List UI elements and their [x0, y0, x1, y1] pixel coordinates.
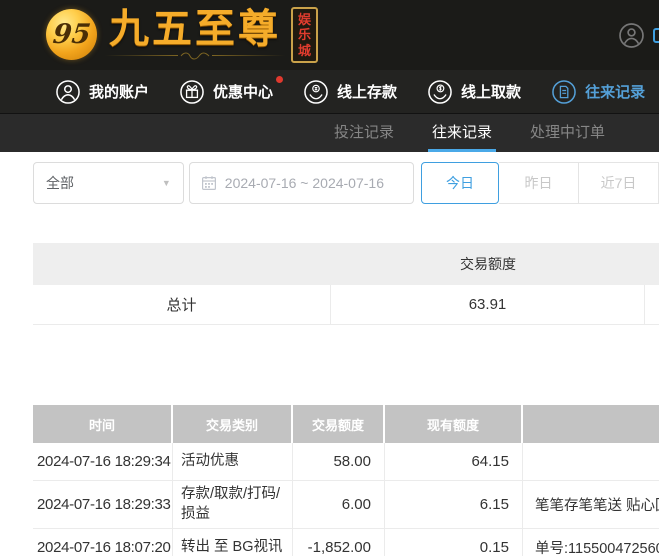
main-nav: 我的账户 优惠中心 线上存款 线上取款 往来记录 — [0, 70, 659, 113]
cell-time: 2024-07-16 18:07:20 — [33, 529, 173, 556]
summary-header-amount: 交易额度 — [460, 256, 516, 272]
site-logo[interactable]: 95 九五至尊 娱 乐 城 — [46, 7, 318, 63]
nav-item-my-account[interactable]: 我的账户 — [55, 79, 149, 105]
withdraw-icon — [428, 79, 452, 104]
cell-time: 2024-07-16 18:29:34 — [33, 443, 173, 480]
user-icon — [56, 79, 80, 104]
records-header-row: 时间 交易类别 交易额度 现有额度 — [33, 405, 659, 443]
col-header-type: 交易类别 — [173, 405, 293, 443]
summary-total-amount: 63.91 — [331, 285, 645, 324]
type-select-value: 全部 — [46, 175, 74, 191]
nav-label: 我的账户 — [89, 84, 150, 101]
cell-type: 转出 至 BG视讯 — [173, 529, 293, 556]
nav-item-deposit[interactable]: 线上存款 — [303, 79, 397, 105]
table-row: 2024-07-16 18:29:33 存款/取款/打码/损益 6.00 6.1… — [33, 481, 659, 530]
logo-monogram-text: 95 — [51, 19, 92, 51]
nav-label: 线上存款 — [337, 84, 398, 101]
yesterday-button[interactable]: 昨日 — [499, 162, 579, 204]
quick-date-buttons: 今日 昨日 近7日 — [421, 162, 659, 204]
records-table: 时间 交易类别 交易额度 现有额度 2024-07-16 18:29:34 活动… — [33, 405, 659, 556]
gift-icon — [180, 79, 204, 104]
date-range-input[interactable]: 2024-07-16 ~ 2024-07-16 — [188, 162, 414, 204]
nav-label: 往来记录 — [585, 84, 646, 101]
cell-amount: 6.00 — [293, 481, 385, 529]
last-7-days-button[interactable]: 近7日 — [579, 162, 659, 204]
user-avatar-icon[interactable] — [618, 22, 645, 54]
table-row: 2024-07-16 18:07:20 转出 至 BG视讯 -1,852.00 … — [33, 529, 659, 556]
cell-balance: 6.15 — [385, 481, 523, 529]
cell-type: 活动优惠 — [173, 443, 293, 480]
summary-header-row: 交易额度 — [33, 243, 659, 285]
type-select[interactable]: 全部 ▼ — [33, 162, 184, 204]
nav-item-promotions[interactable]: 优惠中心 — [179, 75, 284, 105]
cell-note: 单号:115500472560 — [535, 541, 659, 556]
brand-name: 九五至尊 — [109, 6, 281, 51]
col-header-amount: 交易额度 — [293, 405, 385, 443]
logo-badge: 娱 乐 城 — [291, 7, 318, 63]
nav-label: 优惠中心 — [213, 84, 274, 101]
cell-type: 存款/取款/打码/损益 — [173, 481, 293, 529]
records-icon — [552, 79, 576, 104]
today-button[interactable]: 今日 — [421, 162, 499, 204]
nav-label: 线上取款 — [461, 84, 522, 101]
table-row: 2024-07-16 18:29:34 活动优惠 58.00 64.15 — [33, 443, 659, 481]
cell-note: 笔笔存笔笔送 贴心回馈 — [535, 498, 659, 515]
cell-note — [523, 443, 659, 480]
summary-table: 交易额度 总计 63.91 — [33, 243, 659, 325]
cell-balance: 0.15 — [385, 529, 523, 556]
main-content: 全部 ▼ 2024-07-16 ~ 2024-07-16 今日 昨日 近7日 交… — [0, 162, 659, 556]
summary-total-label: 总计 — [33, 285, 331, 324]
logo-monogram-icon: 95 — [46, 9, 97, 61]
tab-betting-records[interactable]: 投注记录 — [330, 114, 398, 152]
filter-bar: 全部 ▼ 2024-07-16 ~ 2024-07-16 今日 昨日 近7日 — [33, 162, 659, 204]
notification-dot — [276, 75, 284, 83]
calendar-icon — [201, 176, 216, 191]
cell-balance: 64.15 — [385, 443, 523, 480]
nav-item-withdraw[interactable]: 线上取款 — [427, 79, 521, 105]
logo-flourish — [105, 51, 285, 61]
date-range-value: 2024-07-16 ~ 2024-07-16 — [224, 175, 384, 191]
cell-time: 2024-07-16 18:29:33 — [33, 481, 173, 529]
cell-amount: -1,852.00 — [293, 529, 385, 556]
deposit-icon — [304, 79, 328, 104]
chevron-down-icon: ▼ — [161, 178, 171, 188]
summary-total-row: 总计 63.91 — [33, 285, 659, 325]
nav-item-transaction-records[interactable]: 往来记录 — [551, 79, 645, 105]
cell-amount: 58.00 — [293, 443, 385, 480]
col-header-balance: 现有额度 — [385, 405, 523, 443]
tab-transaction-records[interactable]: 往来记录 — [427, 114, 496, 152]
site-header: 95 九五至尊 娱 乐 城 — [0, 0, 659, 70]
record-tabs: 投注记录 往来记录 处理中订单 — [0, 113, 659, 152]
service-icon[interactable] — [653, 28, 659, 43]
col-header-time: 时间 — [33, 405, 173, 443]
col-header-note — [523, 405, 659, 443]
tab-pending-orders[interactable]: 处理中订单 — [526, 114, 609, 152]
